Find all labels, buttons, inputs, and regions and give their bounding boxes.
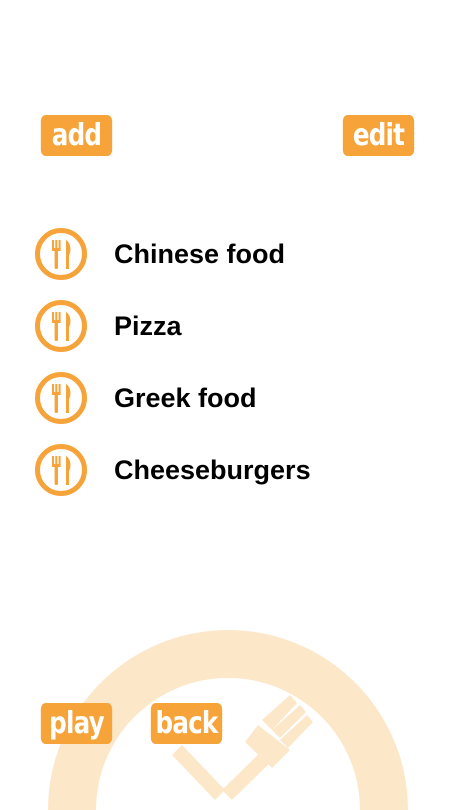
list-item-label: Pizza <box>114 310 182 341</box>
back-button-label: back <box>155 706 219 741</box>
list-item-label: Greek food <box>114 382 257 413</box>
list-item-label: Cheeseburgers <box>114 454 311 485</box>
fork-knife-icon <box>35 372 87 424</box>
fork-knife-icon <box>35 444 87 496</box>
add-button[interactable]: add <box>40 115 113 156</box>
food-list: Chinese food Pizza Greek food Cheeseburg… <box>33 226 433 514</box>
list-item-pizza[interactable]: Pizza <box>33 298 433 354</box>
fork-knife-icon <box>35 228 87 280</box>
edit-button[interactable]: edit <box>342 115 415 156</box>
add-button-label: add <box>51 118 102 153</box>
list-item-cheeseburgers[interactable]: Cheeseburgers <box>33 442 433 498</box>
back-button[interactable]: back <box>150 703 223 744</box>
list-item-chinese-food[interactable]: Chinese food <box>33 226 433 282</box>
play-button-label: play <box>49 706 104 741</box>
list-item-greek-food[interactable]: Greek food <box>33 370 433 426</box>
fork-knife-icon <box>35 300 87 352</box>
list-item-label: Chinese food <box>114 238 286 269</box>
play-button[interactable]: play <box>40 703 113 744</box>
edit-button-label: edit <box>352 118 405 153</box>
